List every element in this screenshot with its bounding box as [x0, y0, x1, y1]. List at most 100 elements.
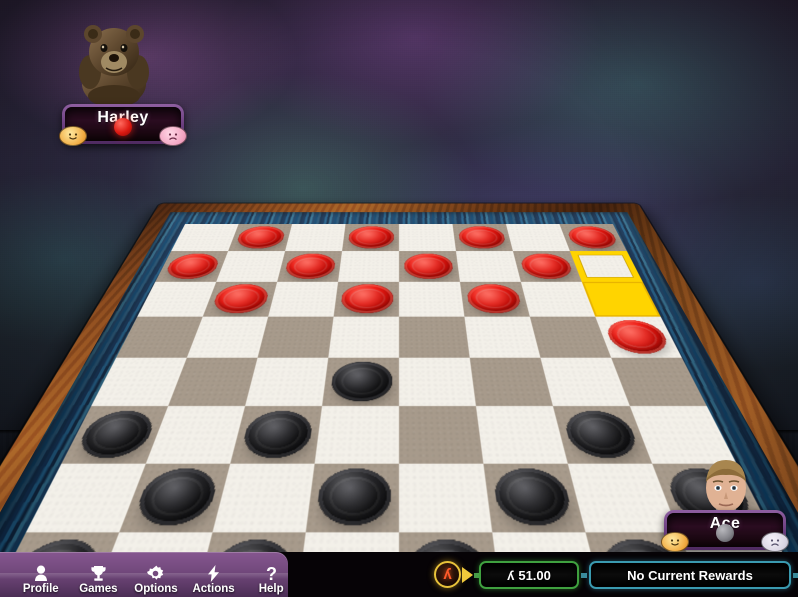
rewards-left-tick	[581, 573, 587, 578]
nameplate-ace[interactable]: Ace	[661, 510, 789, 552]
menu-item-label: Actions	[192, 583, 235, 595]
lightning-icon	[207, 564, 220, 582]
nameplate-harley-inner: Harley	[59, 107, 187, 146]
turn-indicator-ace	[716, 524, 734, 542]
piece-shadow	[308, 477, 399, 539]
sad-emote-ace[interactable]	[761, 532, 789, 552]
board-square-f8[interactable]	[452, 223, 514, 254]
board-square-b3[interactable]	[146, 405, 246, 464]
board-square-f2[interactable]	[483, 463, 588, 539]
piece-side-upper	[329, 361, 393, 402]
board-square-f6[interactable]	[459, 281, 531, 320]
piece-top-face	[72, 410, 160, 458]
rewards-text: No Current Rewards	[627, 567, 753, 583]
board-square-g2[interactable]	[567, 463, 679, 533]
turn-indicator-harley	[114, 118, 132, 136]
happy-emote-harley[interactable]	[59, 126, 87, 146]
board-square-c7[interactable]	[277, 250, 343, 285]
board-square-c5[interactable]	[257, 316, 334, 358]
piece-side-lower	[130, 468, 222, 526]
piece-top-face	[130, 468, 222, 526]
piece-shadow	[488, 477, 588, 539]
avatar-harley	[78, 12, 150, 107]
piece-side-upper	[491, 468, 576, 526]
menu-item-actions[interactable]: Actions	[186, 564, 242, 595]
board-square-e2[interactable]	[399, 463, 493, 533]
piece-side-upper	[239, 410, 315, 458]
nameplate-harley[interactable]: Harley	[59, 104, 187, 146]
black-checker-piece-f2[interactable]	[491, 468, 576, 526]
menu-item-label: Help	[258, 583, 284, 595]
menu-item-label: Options	[134, 583, 178, 595]
happy-emote-ace[interactable]	[661, 532, 689, 552]
black-checker-piece-d2[interactable]	[314, 468, 392, 526]
board-square-d6[interactable]	[333, 281, 399, 320]
svg-text:?: ?	[266, 565, 277, 582]
board-square-b2[interactable]	[119, 463, 231, 539]
black-checker-piece-g3[interactable]	[561, 410, 643, 458]
board-square-c8[interactable]	[285, 223, 346, 251]
checkerboard-area	[0, 150, 798, 597]
person-icon	[33, 564, 49, 582]
rewards-display[interactable]: No Current Rewards	[589, 561, 791, 589]
board-square-b6[interactable]	[202, 281, 278, 320]
balance-amount: 51.00	[518, 567, 551, 583]
bottom-bar: Profile Games Options Actions? Help ʎ ʎ 51.0…	[0, 552, 798, 597]
board-square-c6[interactable]	[268, 281, 339, 317]
menu-items[interactable]: Profile Games Options Actions? Help	[12, 552, 300, 597]
piece-side-lower	[239, 410, 315, 458]
menu-item-profile[interactable]: Profile	[13, 564, 69, 595]
board-square-d3[interactable]	[314, 405, 399, 464]
board-square-f7[interactable]	[455, 250, 521, 282]
board-square-c2[interactable]	[212, 463, 315, 533]
menu-item-label: Profile	[22, 583, 59, 595]
board-square-e5[interactable]	[399, 316, 470, 358]
board-square-d2[interactable]	[305, 463, 399, 539]
board-square-e6[interactable]	[399, 281, 465, 317]
board-square-b7[interactable]	[216, 250, 286, 282]
piece-side-upper	[561, 410, 643, 458]
token-coin-glyph: ʎ	[443, 566, 452, 583]
piece-side-lower	[491, 468, 576, 526]
board-square-c3[interactable]	[230, 405, 323, 469]
piece-side-lower	[561, 410, 643, 458]
piece-top-face	[314, 468, 392, 526]
board-square-g3[interactable]	[552, 405, 654, 469]
menu-item-help[interactable]: ? Help	[243, 564, 299, 596]
board-square-e3[interactable]	[399, 405, 484, 464]
piece-side-lower	[314, 468, 392, 526]
board-square-f5[interactable]	[464, 316, 541, 358]
board-square-b8[interactable]	[228, 223, 293, 254]
menu-item-label: Games	[79, 583, 118, 595]
token-coin-icon[interactable]: ʎ	[434, 561, 461, 588]
menu-item-games[interactable]: Games	[70, 564, 126, 595]
nameplate-ace-inner: Ace	[661, 513, 789, 552]
piece-shadow	[232, 417, 321, 469]
board-square-d7[interactable]	[338, 250, 399, 282]
piece-top-face	[491, 468, 576, 526]
piece-shadow	[120, 477, 227, 539]
question-mark-icon: ?	[265, 564, 278, 582]
board-square-f3[interactable]	[475, 405, 568, 464]
balance-symbol: ʎ	[507, 567, 515, 583]
piece-side-lower	[329, 361, 393, 402]
board-square-b5[interactable]	[186, 316, 269, 358]
coin-arrow-icon	[462, 567, 473, 583]
balance-display[interactable]: ʎ 51.00	[479, 561, 579, 589]
piece-side-upper	[130, 468, 222, 526]
board-square-e8[interactable]	[399, 223, 456, 251]
black-checker-piece-a3[interactable]	[72, 410, 160, 458]
sad-emote-harley[interactable]	[159, 126, 187, 146]
menu-item-options[interactable]: Options	[128, 564, 184, 595]
black-checker-piece-c3[interactable]	[239, 410, 315, 458]
black-checker-piece-d4[interactable]	[329, 361, 393, 402]
board-square-e7[interactable]	[399, 250, 461, 285]
board-square-d5[interactable]	[328, 316, 399, 358]
piece-side-upper	[72, 410, 160, 458]
piece-side-lower	[72, 410, 160, 458]
piece-top-face	[561, 410, 643, 458]
piece-side-upper	[314, 468, 392, 526]
board-square-d8[interactable]	[342, 223, 399, 254]
piece-shadow	[559, 417, 654, 469]
black-checker-piece-b2[interactable]	[130, 468, 222, 526]
